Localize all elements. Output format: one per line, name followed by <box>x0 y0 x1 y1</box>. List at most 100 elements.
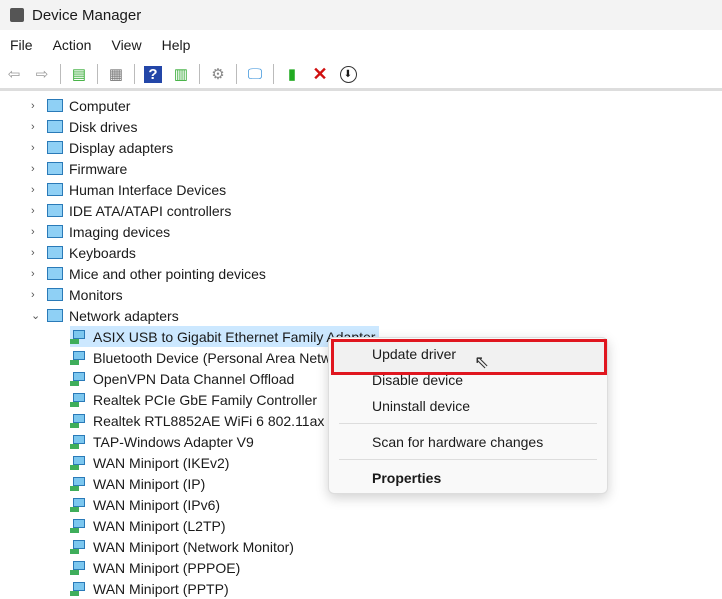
chevron-right-icon[interactable]: › <box>31 121 41 133</box>
show-hide-console-tree-icon[interactable]: ▤ <box>68 64 90 84</box>
adapter-label: WAN Miniport (L2TP) <box>93 517 226 534</box>
menu-view[interactable]: View <box>101 37 151 53</box>
chevron-right-icon[interactable]: › <box>31 205 41 217</box>
menu-file[interactable]: File <box>0 37 43 53</box>
tree-category[interactable]: › Disk drives <box>31 116 137 137</box>
network-adapter-item[interactable]: WAN Miniport (IP) <box>70 473 209 494</box>
divider <box>60 64 61 84</box>
category-icon <box>47 99 63 112</box>
network-adapter-icon <box>70 560 86 575</box>
disable-device-icon[interactable]: ⬇ <box>337 64 359 84</box>
network-adapter-icon <box>70 413 86 428</box>
divider <box>273 64 274 84</box>
chevron-right-icon[interactable]: › <box>31 268 41 280</box>
network-adapter-item[interactable]: OpenVPN Data Channel Offload <box>70 368 298 389</box>
tree-category[interactable]: › Mice and other pointing devices <box>31 263 266 284</box>
divider <box>97 64 98 84</box>
adapter-label: Realtek RTL8852AE WiFi 6 802.11ax PC <box>93 412 348 429</box>
menu-bar: File Action View Help <box>0 32 722 58</box>
tree-category[interactable]: › Imaging devices <box>31 221 171 242</box>
tree-category[interactable]: › Monitors <box>31 284 123 305</box>
adapter-label: WAN Miniport (IKEv2) <box>93 454 230 471</box>
tree-category[interactable]: › Firmware <box>31 158 127 179</box>
device-manager-icon <box>10 8 24 22</box>
help-icon[interactable]: ? <box>142 64 164 84</box>
menu-action[interactable]: Action <box>43 37 102 53</box>
properties-sheet-icon[interactable]: ▦ <box>105 64 127 84</box>
network-adapter-icon <box>70 497 86 512</box>
network-adapter-icon <box>70 539 86 554</box>
adapter-label: TAP-Windows Adapter V9 <box>93 433 254 450</box>
divider <box>199 64 200 84</box>
category-icon <box>47 141 63 154</box>
mouse-cursor-icon: ⇖ <box>474 352 490 372</box>
window-title: Device Manager <box>32 6 142 24</box>
menu-help[interactable]: Help <box>152 37 201 53</box>
title-bar: Device Manager <box>0 0 722 30</box>
chevron-right-icon[interactable]: › <box>31 163 41 175</box>
back-icon[interactable]: ⇦ <box>3 64 25 84</box>
menu-item-properties[interactable]: Properties <box>372 470 441 486</box>
category-label: Mice and other pointing devices <box>69 265 266 282</box>
network-adapter-icon <box>70 434 86 449</box>
network-adapter-item[interactable]: WAN Miniport (L2TP) <box>70 515 230 536</box>
network-adapter-icon <box>70 476 86 491</box>
network-adapter-icon <box>70 350 86 365</box>
uninstall-icon[interactable]: ✕ <box>309 64 331 84</box>
tree-category[interactable]: › Computer <box>31 95 131 116</box>
adapter-label: WAN Miniport (IPv6) <box>93 496 221 513</box>
category-label: Network adapters <box>69 307 179 324</box>
tree-category[interactable]: › IDE ATA/ATAPI controllers <box>31 200 232 221</box>
divider <box>236 64 237 84</box>
network-adapter-item[interactable]: TAP-Windows Adapter V9 <box>70 431 258 452</box>
network-adapter-item[interactable]: WAN Miniport (PPTP) <box>70 578 233 599</box>
network-adapter-item[interactable]: Realtek PCIe GbE Family Controller <box>70 389 321 410</box>
network-adapter-icon <box>70 581 86 596</box>
update-driver-software-icon[interactable]: ⚙ <box>207 64 229 84</box>
adapter-label: WAN Miniport (IP) <box>93 475 206 492</box>
category-icon <box>47 162 63 175</box>
chevron-right-icon[interactable]: › <box>31 289 41 301</box>
adapter-label: WAN Miniport (PPTP) <box>93 580 229 597</box>
category-icon <box>47 120 63 133</box>
chevron-right-icon[interactable]: › <box>31 100 41 112</box>
chevron-down-icon[interactable]: ⌄ <box>31 309 41 322</box>
network-adapter-item[interactable]: WAN Miniport (IKEv2) <box>70 452 233 473</box>
network-adapter-icon <box>70 518 86 533</box>
enable-device-icon[interactable]: ▮ <box>281 64 303 84</box>
scan-hardware-icon[interactable]: 🖵 <box>244 64 266 84</box>
forward-icon[interactable]: ⇨ <box>31 64 53 84</box>
category-label: Monitors <box>69 286 123 303</box>
tree-category[interactable]: ⌄ Network adapters <box>31 305 179 326</box>
toolbar: ⇦ ⇨ ▤ ▦ ? ▥ ⚙ 🖵 ▮ ✕ ⬇ <box>0 60 722 91</box>
menu-separator <box>339 423 597 424</box>
category-icon <box>47 267 63 280</box>
category-icon <box>47 225 63 238</box>
tree-category[interactable]: › Display adapters <box>31 137 174 158</box>
menu-item-scan-hardware[interactable]: Scan for hardware changes <box>372 434 543 450</box>
menu-item-uninstall-device[interactable]: Uninstall device <box>372 398 470 414</box>
category-icon <box>47 246 63 259</box>
tree-category[interactable]: › Human Interface Devices <box>31 179 227 200</box>
network-adapter-item[interactable]: Realtek RTL8852AE WiFi 6 802.11ax PC <box>70 410 352 431</box>
chevron-right-icon[interactable]: › <box>31 226 41 238</box>
network-adapter-item[interactable]: WAN Miniport (Network Monitor) <box>70 536 298 557</box>
network-adapter-item[interactable]: Bluetooth Device (Personal Area Netw <box>70 347 335 368</box>
category-label: Display adapters <box>69 139 174 156</box>
action-pane-icon[interactable]: ▥ <box>170 64 192 84</box>
network-adapter-icon <box>70 371 86 386</box>
tree-category[interactable]: › Keyboards <box>31 242 136 263</box>
chevron-right-icon[interactable]: › <box>31 142 41 154</box>
category-label: Keyboards <box>69 244 136 261</box>
category-label: Imaging devices <box>69 223 171 240</box>
category-label: IDE ATA/ATAPI controllers <box>69 202 232 219</box>
network-adapter-item[interactable]: WAN Miniport (IPv6) <box>70 494 224 515</box>
adapter-label: WAN Miniport (PPPOE) <box>93 559 241 576</box>
network-adapter-icon <box>70 455 86 470</box>
category-label: Computer <box>69 97 131 114</box>
category-icon <box>47 204 63 217</box>
network-adapter-item[interactable]: WAN Miniport (PPPOE) <box>70 557 244 578</box>
category-label: Human Interface Devices <box>69 181 227 198</box>
chevron-right-icon[interactable]: › <box>31 184 41 196</box>
chevron-right-icon[interactable]: › <box>31 247 41 259</box>
